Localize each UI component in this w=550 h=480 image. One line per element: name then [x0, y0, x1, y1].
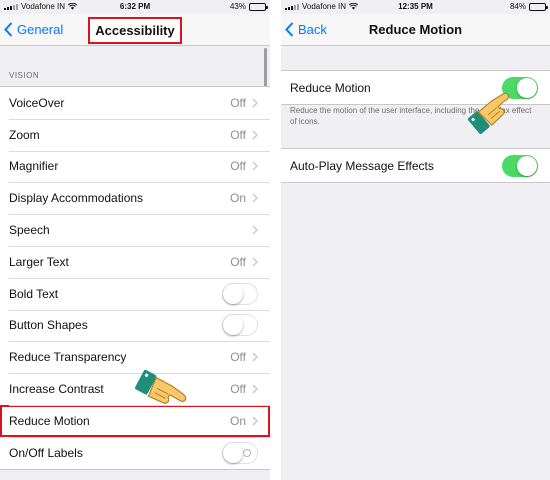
row-value: Off: [230, 254, 246, 269]
chevron-right-icon: [252, 193, 260, 203]
battery-info: 84%: [509, 2, 548, 11]
settings-row-display-accommodations[interactable]: Display Accommodations On: [0, 182, 270, 214]
row-value: Off: [230, 95, 246, 110]
row-label: Magnifier: [9, 159, 59, 174]
chevron-right-icon: [252, 257, 260, 267]
row-label: Speech: [9, 223, 50, 238]
settings-row-button-shapes[interactable]: Button Shapes: [0, 309, 270, 342]
row-label: Button Shapes: [9, 318, 88, 333]
chevron-right-icon: [252, 384, 260, 394]
back-label: General: [17, 22, 64, 37]
back-button[interactable]: General: [4, 22, 63, 37]
settings-row-zoom[interactable]: Zoom Off: [0, 118, 270, 151]
chevron-right-icon: [252, 161, 260, 171]
row-value: On: [229, 413, 246, 428]
settings-row-magnifier[interactable]: Magnifier Off: [0, 150, 270, 183]
row-value: Off: [230, 350, 246, 365]
status-bar: Vodafone IN 12:35 PM 84%: [281, 0, 550, 14]
row-label: Reduce Transparency: [9, 350, 127, 365]
settings-row-on-off-labels[interactable]: On/Off Labels: [0, 436, 270, 469]
row-value: On: [229, 191, 246, 206]
button-shapes-toggle[interactable]: [222, 314, 258, 337]
row-label: VoiceOver: [9, 95, 65, 110]
page-title: Reduce Motion: [368, 22, 463, 37]
reduce-motion-screen: Vodafone IN 12:35 PM 84% Back Reduce Mot…: [281, 0, 550, 480]
pointing-hand-icon: [135, 369, 187, 404]
navigation-bar: Back Reduce Motion: [281, 14, 550, 46]
toggle-knob: [223, 315, 243, 336]
navigation-bar: General Accessibility: [0, 14, 270, 46]
row-value: Off: [230, 382, 246, 397]
toggle-knob: [223, 283, 243, 304]
chevron-left-icon: [4, 22, 13, 37]
battery-percent: 84%: [509, 2, 526, 11]
battery-icon: [249, 2, 268, 11]
settings-row-larger-text[interactable]: Larger Text Off: [0, 245, 270, 278]
pointing-hand-icon: [467, 92, 510, 134]
battery-icon: [529, 2, 548, 11]
page-title: Accessibility: [88, 17, 182, 44]
toggle-knob: [223, 442, 243, 463]
chevron-right-icon: [252, 225, 260, 235]
accessibility-screen: Vodafone IN 6:32 PM 43% General Accessib…: [0, 0, 270, 480]
auto-play-toggle[interactable]: [502, 154, 538, 177]
auto-play-message-effects-row[interactable]: Auto-Play Message Effects: [281, 149, 550, 182]
row-label: Auto-Play Message Effects: [290, 158, 434, 173]
settings-row-voiceover[interactable]: VoiceOver Off: [0, 87, 270, 119]
row-label: Zoom: [9, 127, 40, 142]
bold-text-toggle[interactable]: [222, 282, 258, 305]
chevron-right-icon: [252, 352, 260, 362]
status-bar: Vodafone IN 6:32 PM 43%: [0, 0, 270, 14]
message-effects-group: Auto-Play Message Effects: [281, 148, 550, 183]
row-label: Larger Text: [9, 254, 69, 269]
row-label: On/Off Labels: [9, 445, 83, 460]
row-value: Off: [230, 159, 246, 174]
chevron-right-icon: [252, 416, 260, 426]
row-label: Bold Text: [9, 286, 59, 301]
on-off-labels-toggle[interactable]: [222, 441, 258, 464]
row-label: Increase Contrast: [9, 382, 104, 397]
row-value: Off: [230, 127, 246, 142]
chevron-right-icon: [252, 98, 260, 108]
battery-percent: 43%: [229, 2, 246, 11]
chevron-right-icon: [252, 130, 260, 140]
row-label: Display Accommodations: [9, 191, 144, 206]
off-label-icon: [243, 448, 251, 457]
battery-info: 43%: [229, 2, 268, 11]
toggle-knob: [517, 155, 537, 176]
section-header: VISION: [9, 71, 40, 80]
row-label: Reduce Motion: [9, 413, 90, 428]
settings-row-bold-text[interactable]: Bold Text: [0, 277, 270, 310]
settings-row-speech[interactable]: Speech: [0, 214, 270, 246]
